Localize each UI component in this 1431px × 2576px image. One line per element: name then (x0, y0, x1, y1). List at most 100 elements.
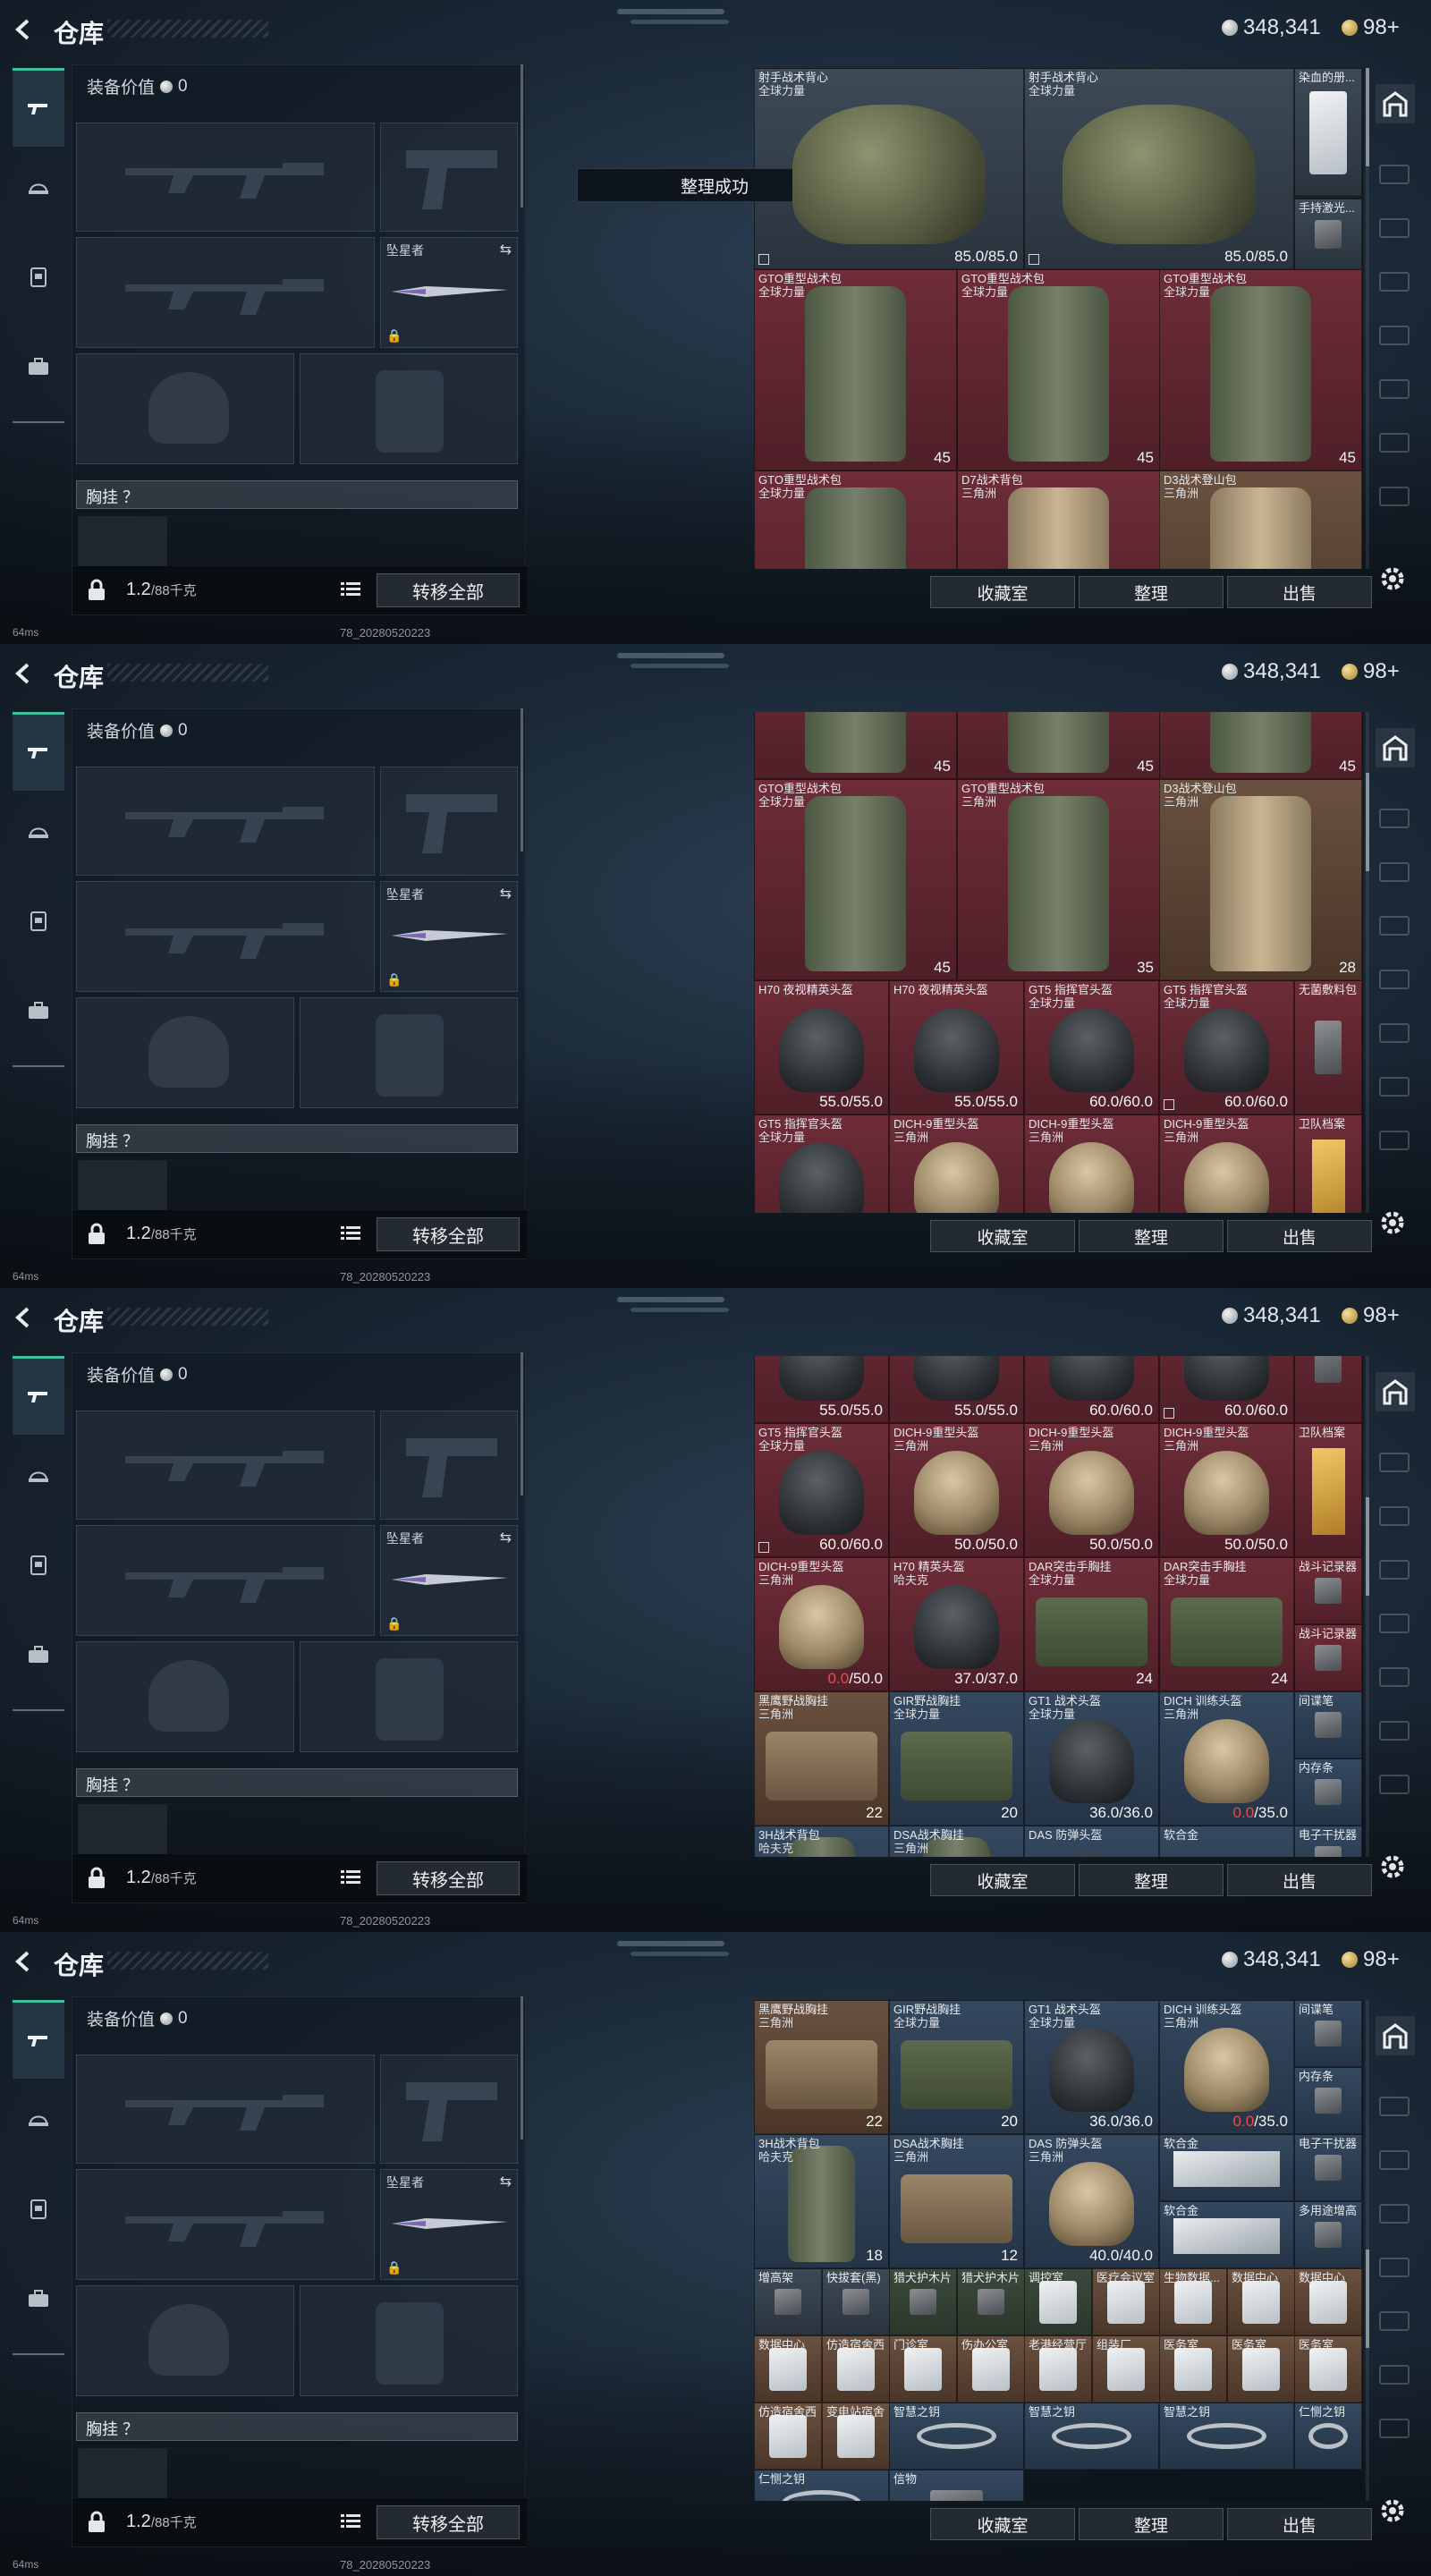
stash-item[interactable]: 软合金 (1159, 2201, 1294, 2268)
stash-item[interactable]: DICH-9重型头盔 三角洲 (889, 1114, 1024, 1213)
stash-item[interactable]: 染血的册... (1294, 68, 1362, 196)
stash-item[interactable]: GT5 指挥官头盔 全球力量 60.0/60.0 (1024, 980, 1159, 1114)
secondary-weapon-slot[interactable] (76, 2169, 375, 2280)
helmet-slot[interactable] (76, 1641, 294, 1752)
silver-currency[interactable]: 348,341 (1222, 1947, 1321, 1972)
stash-item[interactable]: GT5 指挥官头盔 全球力量 60.0/60.0 (754, 1423, 889, 1557)
stash-item[interactable]: 软合金 (1159, 2134, 1294, 2201)
tab-armor[interactable] (13, 2080, 64, 2159)
stash-scrollbar[interactable] (1366, 1356, 1369, 1857)
stash-item[interactable]: 医务室 (1294, 2335, 1362, 2402)
stash-item[interactable]: 快拔套(黑) (822, 2268, 890, 2335)
rail-tab-page[interactable] (1379, 218, 1410, 238)
rail-tab-page[interactable] (1379, 1506, 1410, 1526)
rail-tab-page[interactable] (1379, 1077, 1410, 1097)
stash-item[interactable]: 医务室 (1159, 2335, 1227, 2402)
stash-item[interactable]: GTO重型战术包 三角洲 35 (957, 779, 1160, 980)
stash-item[interactable]: GIR野战胸挂 全球力量 20 (889, 1691, 1024, 1826)
secondary-weapon-slot[interactable] (76, 1525, 375, 1636)
collection-room-button[interactable]: 收藏室 (930, 576, 1075, 608)
collection-room-button[interactable]: 收藏室 (930, 2508, 1075, 2540)
rail-tab-page[interactable] (1379, 1023, 1410, 1043)
stash-item[interactable]: 55.0/55.0 (889, 1356, 1024, 1423)
rail-tab-page[interactable] (1379, 379, 1410, 399)
help-icon[interactable]: ？ (123, 488, 139, 506)
tab-backpack[interactable] (13, 1615, 64, 1694)
stash-item[interactable]: 仿造宿舍西 (754, 2402, 822, 2470)
rail-tab-page[interactable] (1379, 2365, 1410, 2385)
stash-scrollbar[interactable] (1366, 2000, 1369, 2501)
collection-room-button[interactable]: 收藏室 (930, 1864, 1075, 1896)
rail-tab-page[interactable] (1379, 326, 1410, 345)
sell-button[interactable]: 出售 (1227, 1864, 1372, 1896)
list-icon[interactable] (341, 1868, 360, 1886)
chest-rig-slot[interactable] (78, 516, 167, 566)
stash-item[interactable]: 内存条 (1294, 1758, 1362, 1826)
stash-item[interactable]: 内存条 (1294, 2067, 1362, 2134)
rail-tab-page[interactable] (1379, 1560, 1410, 1580)
stash-item[interactable]: 医务室 (1227, 2335, 1295, 2402)
rail-tab-page[interactable] (1379, 2097, 1410, 2116)
chest-rig-slot[interactable] (78, 2448, 167, 2498)
stash-item[interactable]: 伤办公室 (957, 2335, 1025, 2402)
stash-item[interactable]: 55.0/55.0 (754, 1356, 889, 1423)
rail-tab-page[interactable] (1379, 809, 1410, 828)
rail-tab-page[interactable] (1379, 916, 1410, 936)
stash-item[interactable]: DICH 训练头盔 三角洲 0.0/35.0 (1159, 1691, 1294, 1826)
rail-tab-page[interactable] (1379, 1453, 1410, 1472)
transfer-all-button[interactable]: 转移全部 (377, 2505, 520, 2539)
stash-item[interactable]: H70 夜视精英头盔 55.0/55.0 (889, 980, 1024, 1114)
primary-weapon-slot[interactable] (76, 1411, 375, 1520)
help-icon[interactable]: ？ (123, 1132, 139, 1150)
rail-tab-page[interactable] (1379, 2150, 1410, 2170)
stash-item[interactable]: 数据中心 (754, 2335, 822, 2402)
helmet-slot[interactable] (76, 2285, 294, 2396)
stash-item[interactable]: 无菌敷料包 (1294, 980, 1362, 1114)
sell-button[interactable]: 出售 (1227, 2508, 1372, 2540)
stash-item[interactable]: 组装厂 (1092, 2335, 1160, 2402)
stash-item[interactable]: 卫队档案 (1294, 1423, 1362, 1557)
stash-item[interactable]: 调控室 (1024, 2268, 1092, 2335)
list-icon[interactable] (341, 1224, 360, 1242)
silver-currency[interactable]: 348,341 (1222, 659, 1321, 684)
pistol-slot[interactable] (380, 767, 518, 876)
collection-room-button[interactable]: 收藏室 (930, 1220, 1075, 1252)
settings-button[interactable] (1377, 564, 1413, 599)
stash-item[interactable]: 射手战术背心 全球力量 85.0/85.0 (1024, 68, 1294, 269)
tab-weapons[interactable] (13, 712, 64, 791)
rail-tab-page[interactable] (1379, 165, 1410, 184)
primary-weapon-slot[interactable] (76, 123, 375, 232)
primary-weapon-slot[interactable] (76, 767, 375, 876)
armor-slot[interactable] (300, 353, 518, 464)
stash-item[interactable]: 智慧之钥 (889, 2402, 1024, 2470)
stash-item[interactable]: DSA战术胸挂 三角洲 (889, 1826, 1024, 1857)
sort-button[interactable]: 整理 (1079, 576, 1224, 608)
back-arrow-icon[interactable] (13, 1306, 36, 1329)
stash-item[interactable]: 多用途增高 (1294, 2201, 1362, 2268)
stash-item[interactable]: 射手战术背心 全球力量 85.0/85.0 (754, 68, 1024, 269)
rail-tab-page[interactable] (1379, 970, 1410, 989)
help-icon[interactable]: ？ (123, 1776, 139, 1794)
stash-item[interactable]: 3H战术背包 哈夫克 (754, 1826, 889, 1857)
stash-item[interactable]: 生物数据... (1159, 2268, 1227, 2335)
stash-scroll-thumb[interactable] (1366, 1497, 1369, 1596)
sort-button[interactable]: 整理 (1079, 1864, 1224, 1896)
secondary-weapon-slot[interactable] (76, 881, 375, 992)
stash-item[interactable]: 黑鹰野战胸挂 三角洲 22 (754, 2000, 889, 2134)
rail-tab-page[interactable] (1379, 433, 1410, 453)
rail-tab-home[interactable] (1376, 728, 1415, 767)
tab-backpack[interactable] (13, 2259, 64, 2338)
stash-item[interactable]: 卫队档案 (1294, 1114, 1362, 1213)
stash-item[interactable]: GTO重型战术包 全球力量 45 (754, 269, 957, 470)
sell-button[interactable]: 出售 (1227, 1220, 1372, 1252)
help-icon[interactable]: ？ (123, 2420, 139, 2438)
tab-backpack[interactable] (13, 971, 64, 1050)
stash-item[interactable]: DICH-9重型头盔 三角洲 50.0/50.0 (1159, 1423, 1294, 1557)
settings-button[interactable] (1377, 2496, 1413, 2531)
stash-item[interactable]: 数据中心 (1227, 2268, 1295, 2335)
stash-item[interactable]: DAS 防弹头盔 三角洲 40.0/40.0 (1024, 2134, 1159, 2268)
helmet-slot[interactable] (76, 997, 294, 1108)
list-icon[interactable] (341, 2512, 360, 2530)
transfer-all-button[interactable]: 转移全部 (377, 573, 520, 607)
stash-item[interactable]: DICH-9重型头盔 三角洲 (1024, 1114, 1159, 1213)
